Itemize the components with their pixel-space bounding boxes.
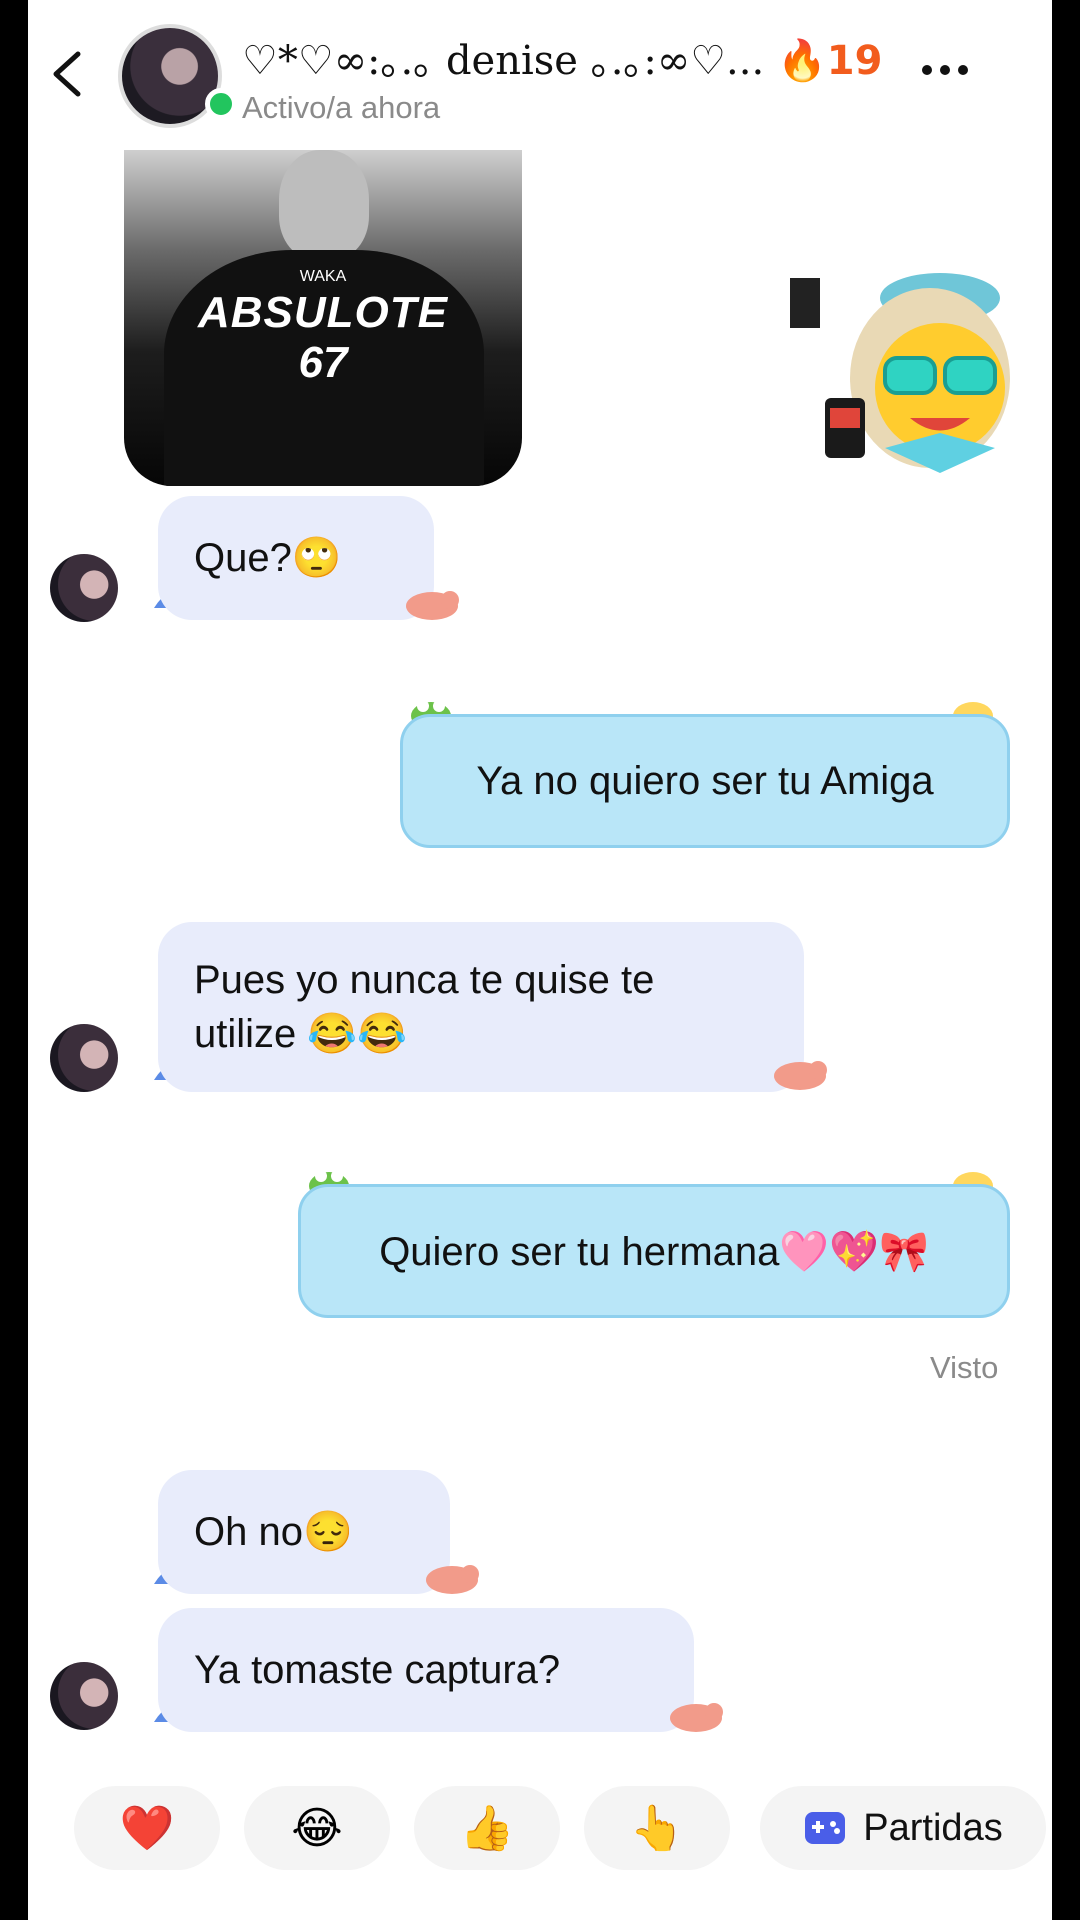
- outgoing-message[interactable]: Quiero ser tu hermana🩷💖🎀: [298, 1184, 1010, 1318]
- streak-count: 19: [826, 38, 883, 84]
- quick-reaction-bar: ❤️ 😂 👍 👆: [74, 1786, 730, 1870]
- emoji-sticker[interactable]: [790, 258, 1052, 504]
- online-indicator: [205, 88, 237, 120]
- contact-status: Activo/a ahora: [242, 90, 441, 125]
- photo-message[interactable]: WAKA ABSULOTE 67: [124, 150, 522, 486]
- sender-avatar[interactable]: [50, 1024, 118, 1092]
- photo-caption-line2: 67: [298, 338, 348, 387]
- pointing-reaction-button[interactable]: 👆: [584, 1786, 730, 1870]
- pig-bubble-decoration-icon: [774, 1061, 827, 1090]
- photo-person-head: [279, 150, 369, 260]
- outgoing-message[interactable]: Ya no quiero ser tu Amiga: [400, 714, 1010, 848]
- pig-bubble-decoration-icon: [406, 591, 459, 620]
- sender-avatar[interactable]: [50, 554, 118, 622]
- gamepad-icon: [805, 1812, 846, 1844]
- back-arrow-icon[interactable]: [42, 44, 92, 104]
- message-text: Oh no😔: [194, 1510, 353, 1554]
- incoming-message[interactable]: Pues yo nunca te quise te utilize 😂😂: [158, 922, 804, 1092]
- message-text: Pues yo nunca te quise te utilize 😂😂: [194, 958, 655, 1056]
- incoming-message[interactable]: Oh no😔: [158, 1470, 450, 1594]
- games-button-label: Partidas: [863, 1806, 1003, 1849]
- message-text: Ya no quiero ser tu Amiga: [476, 758, 934, 803]
- streak-fire-icon: 🔥: [776, 38, 827, 84]
- contact-name[interactable]: ♡*♡∞:｡.｡ denise ｡.｡:∞♡... 🔥19: [242, 28, 882, 86]
- laugh-reaction-button[interactable]: 😂: [244, 1786, 390, 1870]
- contact-name-text: ♡*♡∞:｡.｡ denise ｡.｡:∞♡...: [242, 38, 765, 84]
- photo-caption-small: WAKA: [299, 268, 347, 285]
- message-text: Quiero ser tu hermana🩷💖🎀: [379, 1229, 929, 1274]
- thumbs-up-reaction-button[interactable]: 👍: [414, 1786, 560, 1870]
- pig-bubble-decoration-icon: [426, 1565, 479, 1594]
- more-options-icon[interactable]: [910, 50, 980, 90]
- games-button[interactable]: Partidas: [760, 1786, 1046, 1870]
- read-receipt: Visto: [930, 1350, 999, 1385]
- message-text: Ya tomaste captura?: [194, 1648, 561, 1692]
- photo-caption-line1: ABSULOTE: [198, 288, 448, 337]
- message-text: Que?🙄: [194, 536, 342, 580]
- incoming-message[interactable]: Ya tomaste captura?: [158, 1608, 694, 1732]
- pig-bubble-decoration-icon: [670, 1703, 723, 1732]
- heart-reaction-button[interactable]: ❤️: [74, 1786, 220, 1870]
- sender-avatar[interactable]: [50, 1662, 118, 1730]
